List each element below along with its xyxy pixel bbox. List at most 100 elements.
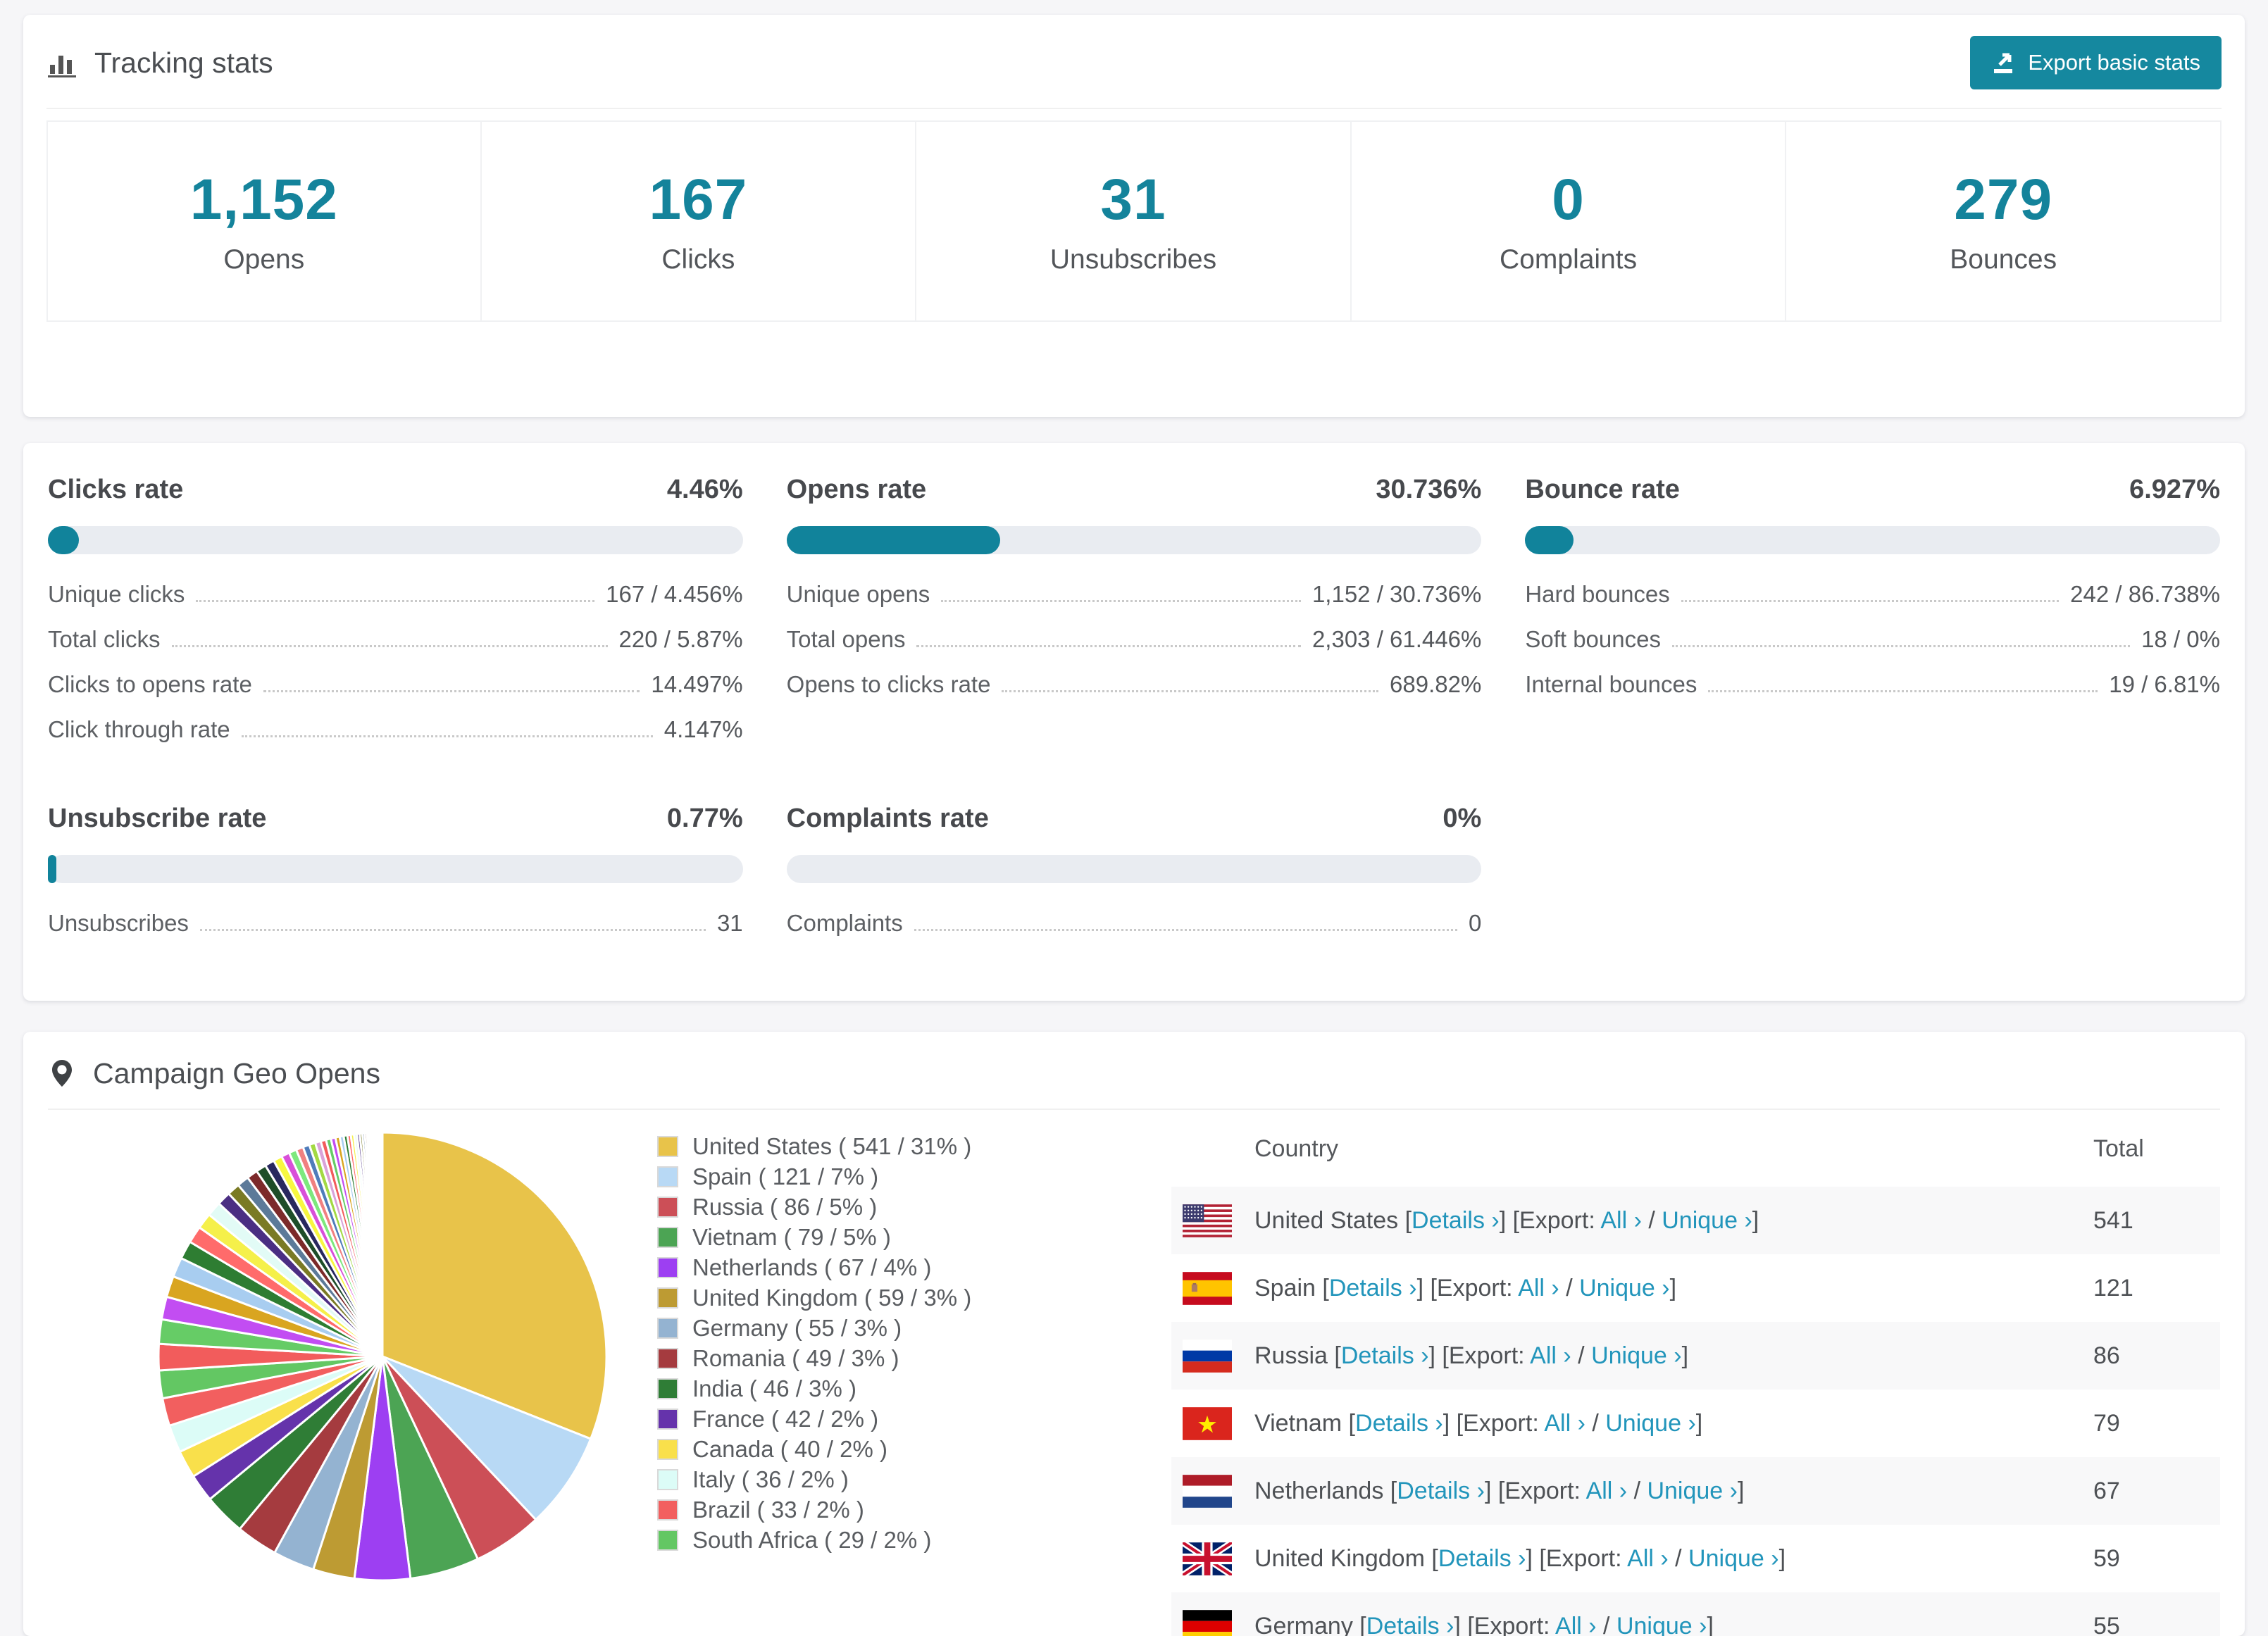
table-cell-country: Russia [Details ›] [Export: All › / Uniq… bbox=[1254, 1342, 2044, 1370]
stat-row-value: 4.147% bbox=[664, 716, 743, 743]
stat-row-label: Complaints bbox=[787, 910, 903, 937]
legend-swatch bbox=[657, 1499, 678, 1521]
column-header-total: Total bbox=[2044, 1135, 2220, 1163]
stat-row-value: 1,152 / 30.736% bbox=[1312, 581, 1481, 608]
stat-row: Complaints 0 bbox=[787, 910, 1482, 955]
legend-label: Romania ( 49 / 3% ) bbox=[692, 1345, 899, 1372]
bar-chart-icon bbox=[46, 47, 77, 78]
legend-swatch bbox=[657, 1378, 678, 1399]
stat-row: Unique clicks 167 / 4.456% bbox=[48, 581, 743, 626]
flag-es-icon bbox=[1183, 1272, 1232, 1305]
stat-label: Opens bbox=[223, 244, 304, 275]
stat-label: Bounces bbox=[1950, 244, 2057, 275]
export-all-link[interactable]: All › bbox=[1530, 1342, 1571, 1369]
legend-swatch bbox=[657, 1197, 678, 1218]
export-basic-stats-button[interactable]: Export basic stats bbox=[1970, 36, 2222, 89]
export-all-link[interactable]: All › bbox=[1555, 1613, 1597, 1636]
progress-bar bbox=[787, 526, 1482, 554]
export-all-link[interactable]: All › bbox=[1544, 1410, 1585, 1437]
stat-value: 279 bbox=[1954, 167, 2052, 233]
legend-label: Vietnam ( 79 / 5% ) bbox=[692, 1224, 891, 1251]
progress-bar bbox=[1525, 526, 2220, 554]
details-link[interactable]: Details › bbox=[1438, 1545, 1526, 1572]
export-unique-link[interactable]: Unique › bbox=[1605, 1410, 1696, 1437]
export-unique-link[interactable]: Unique › bbox=[1579, 1275, 1670, 1301]
export-unique-link[interactable]: Unique › bbox=[1591, 1342, 1682, 1369]
legend-label: Russia ( 86 / 5% ) bbox=[692, 1194, 877, 1220]
table-cell-total: 55 bbox=[2044, 1613, 2220, 1636]
legend-swatch bbox=[657, 1348, 678, 1369]
rate-value: 30.736% bbox=[1376, 475, 1481, 505]
rate-value: 0.77% bbox=[667, 804, 743, 834]
dotted-leader bbox=[263, 690, 640, 692]
legend-swatch bbox=[657, 1469, 678, 1490]
details-link[interactable]: Details › bbox=[1341, 1342, 1429, 1369]
rate-value: 6.927% bbox=[2129, 475, 2220, 505]
progress-bar bbox=[787, 855, 1482, 883]
table-cell-country: Spain [Details ›] [Export: All › / Uniqu… bbox=[1254, 1275, 2044, 1302]
dotted-leader bbox=[1002, 690, 1378, 692]
rate-title: Bounce rate bbox=[1525, 475, 1680, 505]
details-link[interactable]: Details › bbox=[1329, 1275, 1417, 1301]
card-title: Campaign Geo Opens bbox=[93, 1057, 380, 1090]
table-row: Germany [Details ›] [Export: All › / Uni… bbox=[1171, 1592, 2220, 1636]
table-cell-total: 79 bbox=[2044, 1410, 2220, 1437]
legend-label: Germany ( 55 / 3% ) bbox=[692, 1315, 902, 1342]
divider bbox=[48, 1109, 2220, 1110]
progress-bar-fill bbox=[787, 526, 1000, 554]
export-all-link[interactable]: All › bbox=[1518, 1275, 1559, 1301]
stat-row-value: 14.497% bbox=[651, 671, 742, 698]
stat-box: 0 Complaints bbox=[1352, 120, 1787, 322]
stat-box: 31 Unsubscribes bbox=[916, 120, 1352, 322]
stat-row-label: Hard bounces bbox=[1525, 581, 1669, 608]
stat-row: Click through rate 4.147% bbox=[48, 716, 743, 761]
summary-stats-row: 1,152 Opens 167 Clicks 31 Unsubscribes 0… bbox=[46, 120, 2222, 322]
stat-row-value: 31 bbox=[717, 910, 743, 937]
export-icon bbox=[1991, 51, 2015, 75]
dotted-leader bbox=[196, 600, 594, 602]
legend-item: Russia ( 86 / 5% ) bbox=[657, 1192, 1023, 1222]
legend-label: United States ( 541 / 31% ) bbox=[692, 1133, 971, 1160]
rate-title: Unsubscribe rate bbox=[48, 804, 266, 834]
legend-item: Romania ( 49 / 3% ) bbox=[657, 1343, 1023, 1373]
stat-row-label: Soft bounces bbox=[1525, 626, 1661, 653]
legend-item: Spain ( 121 / 7% ) bbox=[657, 1161, 1023, 1192]
legend-swatch bbox=[657, 1439, 678, 1460]
stat-row-value: 242 / 86.738% bbox=[2070, 581, 2220, 608]
column-header-country: Country bbox=[1171, 1135, 2044, 1163]
legend-swatch bbox=[657, 1287, 678, 1309]
legend-item: South Africa ( 29 / 2% ) bbox=[657, 1525, 1023, 1555]
stat-row-label: Clicks to opens rate bbox=[48, 671, 252, 698]
stat-row: Clicks to opens rate 14.497% bbox=[48, 671, 743, 716]
details-link[interactable]: Details › bbox=[1366, 1613, 1454, 1636]
export-unique-link[interactable]: Unique › bbox=[1616, 1613, 1707, 1636]
table-cell-country: Vietnam [Details ›] [Export: All › / Uni… bbox=[1254, 1410, 2044, 1437]
export-all-link[interactable]: All › bbox=[1586, 1478, 1628, 1504]
tracking-stats-header: Tracking stats Export basic stats bbox=[46, 36, 2222, 89]
export-unique-link[interactable]: Unique › bbox=[1662, 1207, 1752, 1234]
geo-opens-pie-chart bbox=[150, 1124, 615, 1589]
legend-label: Brazil ( 33 / 2% ) bbox=[692, 1497, 864, 1523]
table-row: United Kingdom [Details ›] [Export: All … bbox=[1171, 1525, 2220, 1592]
stat-row-label: Unique clicks bbox=[48, 581, 185, 608]
stat-row-label: Total clicks bbox=[48, 626, 161, 653]
table-header-row: Country Total bbox=[1171, 1114, 2220, 1187]
stat-row-label: Internal bounces bbox=[1525, 671, 1697, 698]
export-all-link[interactable]: All › bbox=[1627, 1545, 1669, 1572]
stat-value: 31 bbox=[1100, 167, 1166, 233]
stat-row-label: Total opens bbox=[787, 626, 906, 653]
stat-row: Soft bounces 18 / 0% bbox=[1525, 626, 2220, 671]
stat-row: Unique opens 1,152 / 30.736% bbox=[787, 581, 1482, 626]
stat-row-label: Click through rate bbox=[48, 716, 230, 743]
details-link[interactable]: Details › bbox=[1355, 1410, 1443, 1437]
rate-panel: Opens rate 30.736% Unique opens 1,152 / … bbox=[787, 475, 1482, 761]
table-cell-total: 121 bbox=[2044, 1275, 2220, 1302]
export-all-link[interactable]: All › bbox=[1600, 1207, 1642, 1234]
export-unique-link[interactable]: Unique › bbox=[1647, 1478, 1738, 1504]
legend-item: United States ( 541 / 31% ) bbox=[657, 1131, 1023, 1161]
details-link[interactable]: Details › bbox=[1397, 1478, 1485, 1504]
stat-row: Opens to clicks rate 689.82% bbox=[787, 671, 1482, 716]
details-link[interactable]: Details › bbox=[1412, 1207, 1500, 1234]
export-unique-link[interactable]: Unique › bbox=[1688, 1545, 1779, 1572]
legend-item: Canada ( 40 / 2% ) bbox=[657, 1434, 1023, 1464]
